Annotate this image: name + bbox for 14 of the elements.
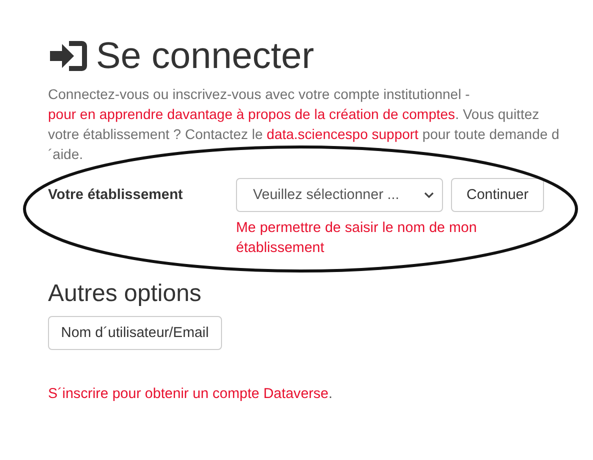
institution-select[interactable]: Veuillez sélectionner ...	[236, 178, 443, 212]
intro-text: Connectez-vous ou inscrivez-vous avec votre compte institutionnel - pour en apprendre davantage à propos de la création de comptes. Vous quittez votre établissement ? Contactez le data.sciencespo support pour toute demande d´aide.	[48, 85, 560, 164]
intro-link[interactable]: data.sciencespo support	[266, 126, 418, 142]
section-title: Autres options	[48, 280, 202, 308]
manual-entry-link[interactable]: Me permettre de saisir le nom de mon établissement	[236, 218, 506, 258]
page-title: Se connecter	[96, 34, 314, 78]
signup-link[interactable]: S´inscrire pour obtenir un compte Dataverse	[48, 386, 329, 402]
sign-in-icon	[48, 38, 90, 74]
continue-button[interactable]: Continuer	[451, 178, 544, 212]
username-email-button[interactable]: Nom d´utilisateur/Email	[48, 316, 222, 350]
institution-label: Votre établissement	[48, 187, 184, 203]
intro-link[interactable]: pour en apprendre davantage à propos de la création de comptes	[48, 106, 456, 122]
chevron-icon	[424, 192, 434, 198]
signup-text: S´inscrire pour obtenir un compte Dataverse.	[48, 386, 334, 402]
